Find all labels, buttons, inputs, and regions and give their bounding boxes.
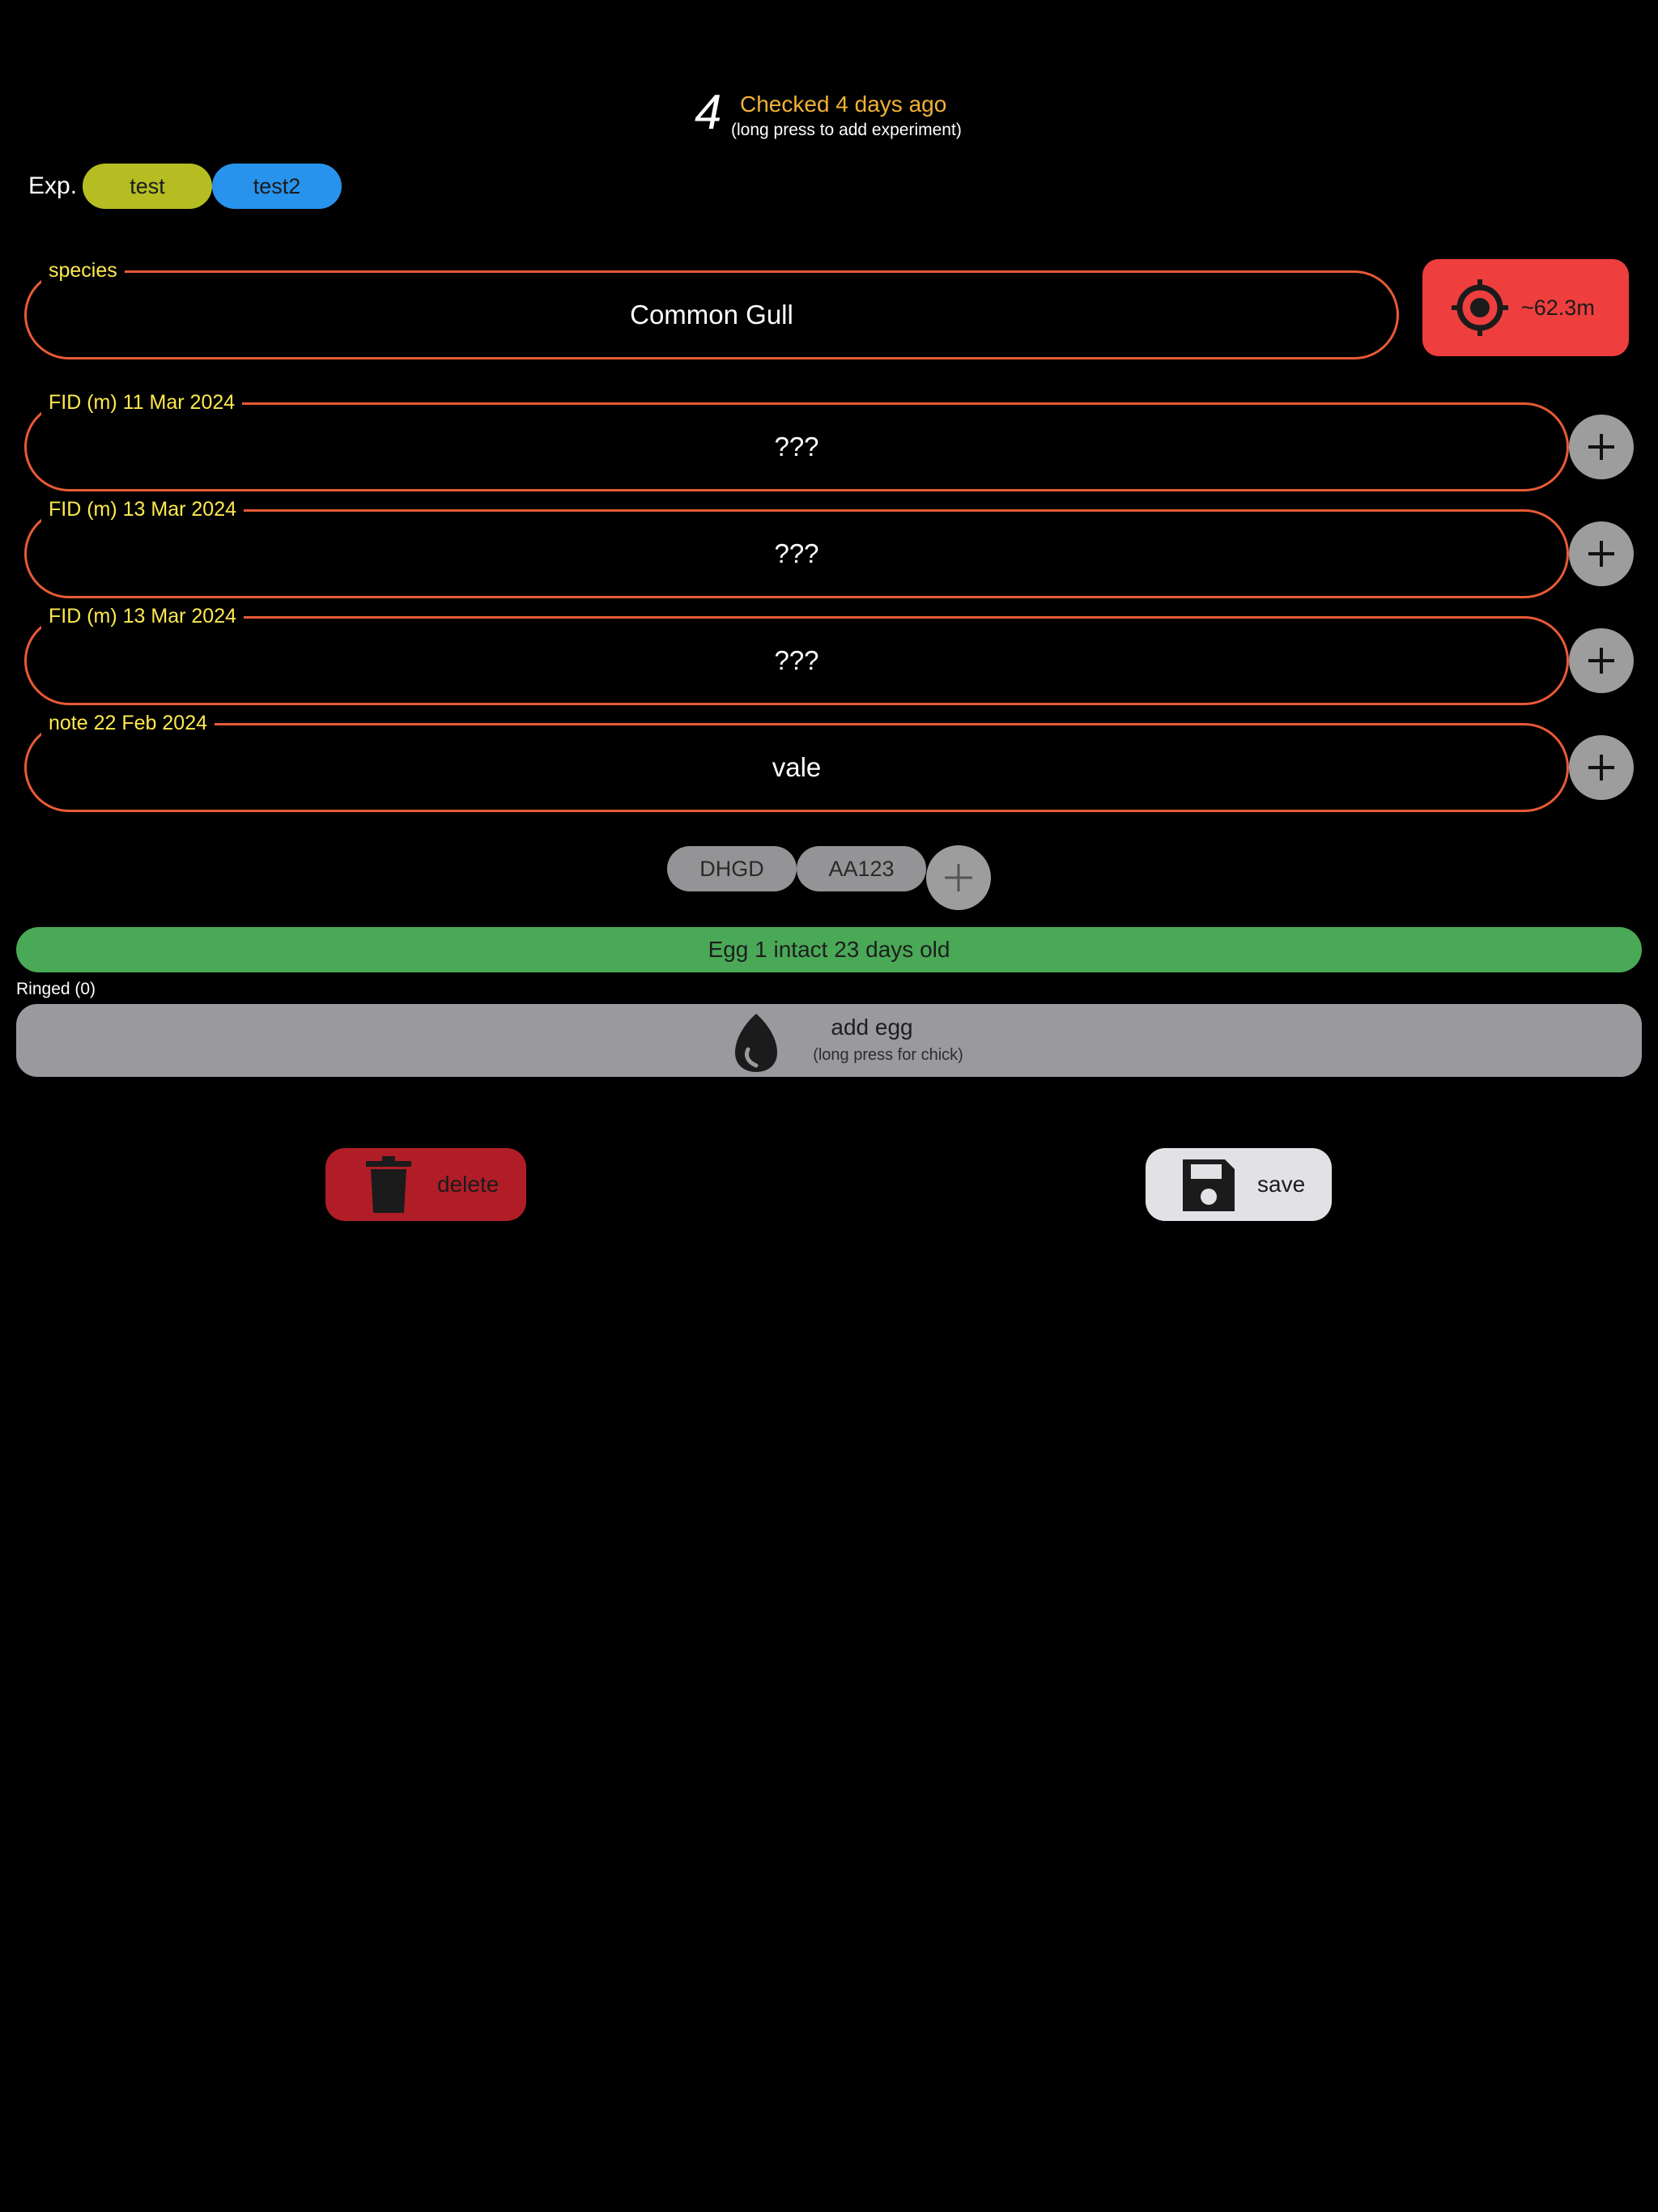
nest-number: 4 bbox=[695, 85, 722, 139]
ringed-count: Ringed (0) bbox=[16, 980, 96, 998]
note-field[interactable]: note 22 Feb 2024 vale bbox=[24, 708, 1569, 812]
delete-button[interactable]: delete bbox=[325, 1148, 526, 1221]
add-egg-hint: (long press for chick) bbox=[813, 1046, 963, 1064]
measure-field[interactable]: FID (m) 11 Mar 2024 ??? bbox=[24, 388, 1569, 491]
gps-crosshair-icon bbox=[1452, 279, 1508, 336]
measure-field-value: ??? bbox=[774, 645, 819, 675]
species-field-value: Common Gull bbox=[630, 300, 793, 330]
location-button[interactable]: ~62.3m bbox=[1422, 259, 1629, 356]
egg-icon bbox=[735, 1014, 777, 1072]
save-button[interactable]: save bbox=[1146, 1148, 1332, 1221]
experiment-hint: (long press to add experiment) bbox=[731, 121, 962, 139]
add-measure-button[interactable] bbox=[1569, 415, 1634, 479]
plus-icon bbox=[1588, 541, 1614, 567]
add-egg-label: add egg bbox=[831, 1015, 913, 1040]
add-egg-button[interactable]: add egg (long press for chick) bbox=[16, 1004, 1642, 1077]
plus-icon bbox=[1588, 434, 1614, 460]
experiment-chip-test[interactable]: test bbox=[83, 164, 212, 209]
note-field-value: vale bbox=[772, 752, 822, 782]
plus-icon bbox=[945, 864, 972, 891]
add-measure-button[interactable] bbox=[1569, 628, 1634, 693]
measure-field[interactable]: FID (m) 13 Mar 2024 ??? bbox=[24, 495, 1569, 598]
plus-icon bbox=[1588, 648, 1614, 674]
last-checked-text: Checked 4 days ago bbox=[740, 91, 947, 117]
measure-field-value: ??? bbox=[774, 432, 819, 462]
trash-icon bbox=[366, 1156, 411, 1213]
add-measure-button[interactable] bbox=[1569, 521, 1634, 586]
measure-field[interactable]: FID (m) 13 Mar 2024 ??? bbox=[24, 602, 1569, 705]
save-label: save bbox=[1257, 1172, 1306, 1197]
experiments-label: Exp. bbox=[28, 172, 78, 199]
species-field[interactable]: species Common Gull bbox=[24, 256, 1399, 359]
experiment-chip-test2[interactable]: test2 bbox=[212, 164, 342, 209]
floppy-disk-icon bbox=[1183, 1159, 1235, 1211]
ring-chip[interactable]: DHGD bbox=[667, 846, 797, 891]
measure-field-value: ??? bbox=[774, 538, 819, 568]
add-ring-button[interactable] bbox=[926, 845, 991, 910]
plus-icon bbox=[1588, 755, 1614, 781]
egg-item[interactable]: Egg 1 intact 23 days old bbox=[16, 927, 1642, 972]
delete-label: delete bbox=[437, 1172, 500, 1197]
ring-chip[interactable]: AA123 bbox=[797, 846, 926, 891]
add-note-button[interactable] bbox=[1569, 735, 1634, 800]
location-accuracy: ~62.3m bbox=[1521, 295, 1595, 320]
